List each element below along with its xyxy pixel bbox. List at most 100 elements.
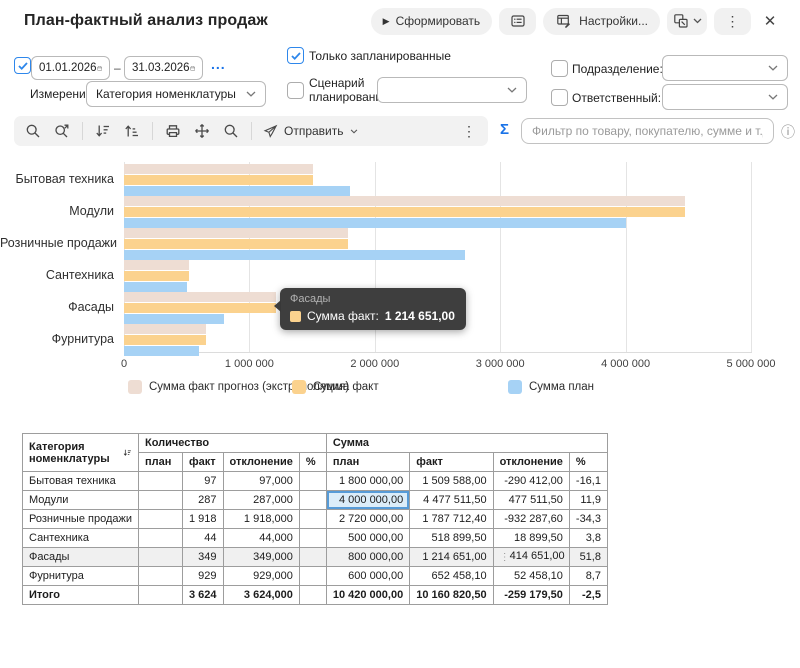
sum-totals-button[interactable]: Σ [500,121,509,138]
responsible-select[interactable] [662,84,788,110]
cell-7[interactable]: -16,1 [568,471,608,491]
col-header-0[interactable]: план [138,452,183,472]
period-checkbox[interactable] [14,57,31,74]
only-planned-label[interactable]: Только запланированные [309,49,451,63]
cell-5[interactable]: 518 899,50 [409,528,494,548]
bar-plan[interactable] [124,314,224,324]
cell-category[interactable]: Бытовая техника [22,471,139,491]
bar-forecast[interactable] [124,196,685,206]
search-button[interactable] [24,122,42,140]
cell-3[interactable] [298,585,327,605]
cell-0[interactable] [138,471,183,491]
quick-filter-input[interactable] [521,118,774,144]
bar-fact[interactable] [124,207,685,217]
cell-7[interactable]: 51,8 [568,547,608,567]
info-icon[interactable]: ⓘ [781,122,795,142]
print-button[interactable] [164,122,182,140]
cell-6[interactable]: 477 511,50 [492,490,570,510]
cell-0[interactable] [138,528,183,548]
cell-3[interactable] [298,528,327,548]
bar-fact[interactable] [124,175,313,185]
cell-3[interactable] [298,471,327,491]
bar-forecast[interactable] [124,292,276,302]
cell-6[interactable]: -932 287,60 [492,509,570,529]
col-header-3[interactable]: % [298,452,327,472]
bar-fact[interactable] [124,303,276,313]
cell-6[interactable]: ⋮ 414 651,00 [492,547,570,567]
cell-category[interactable]: Итого [22,585,139,605]
cell-2[interactable]: 3 624,000 [222,585,300,605]
cell-category[interactable]: Фурнитура [22,566,139,586]
cell-0[interactable] [138,490,183,510]
cell-2[interactable]: 44,000 [222,528,300,548]
bar-fact[interactable] [124,271,189,281]
col-group-quantity[interactable]: Количество [138,433,327,453]
move-button[interactable] [193,122,211,140]
cell-1[interactable]: 3 624 [182,585,224,605]
responsible-checkbox[interactable] [551,89,568,106]
cell-5[interactable]: 1 214 651,00 [409,547,494,567]
cell-5[interactable]: 4 477 511,50 [409,490,494,510]
close-button[interactable]: ✕ [758,8,782,35]
search-next-button[interactable] [53,122,71,140]
cell-4[interactable]: 600 000,00 [325,566,411,586]
cell-6[interactable]: 18 899,50 [492,528,570,548]
col-group-sum[interactable]: Сумма [325,433,608,453]
col-header-7[interactable]: % [568,452,608,472]
scenario-select[interactable] [377,77,527,103]
cell-5[interactable]: 10 160 820,50 [409,585,494,605]
responsible-label[interactable]: Ответственный: [572,91,661,105]
date-to-input[interactable]: 31.03.2026 [124,56,203,80]
cell-3[interactable] [298,509,327,529]
cell-1[interactable]: 97 [182,471,224,491]
bar-fact[interactable] [124,239,348,249]
cell-menu-icon[interactable]: ⋮ [500,550,510,565]
cell-3[interactable] [298,547,327,567]
bar-forecast[interactable] [124,324,206,334]
cell-0[interactable] [138,566,183,586]
bar-forecast[interactable] [124,164,313,174]
col-header-2[interactable]: отклонение [222,452,300,472]
toolbar-more-button[interactable]: ⋮ [462,123,478,140]
send-button[interactable]: Отправить [263,124,358,139]
calendar-icon[interactable] [189,62,195,75]
cell-6[interactable]: 52 458,10 [492,566,570,586]
settings-button[interactable]: Настройки... [543,7,660,35]
cell-4[interactable]: 800 000,00 [325,547,411,567]
cell-4[interactable]: 1 800 000,00 [325,471,411,491]
col-header-6[interactable]: отклонение [492,452,570,472]
cell-7[interactable]: 3,8 [568,528,608,548]
cell-7[interactable]: -34,3 [568,509,608,529]
cell-1[interactable]: 44 [182,528,224,548]
change-form-button[interactable] [667,7,707,35]
cell-6[interactable]: -259 179,50 [492,585,570,605]
cell-3[interactable] [298,566,327,586]
bar-plan[interactable] [124,218,626,228]
cell-1[interactable]: 1 918 [182,509,224,529]
cell-category[interactable]: Розничные продажи [22,509,139,529]
cell-4[interactable]: 4 000 000,00 [325,490,411,510]
cell-5[interactable]: 1 509 588,00 [409,471,494,491]
date-from-input[interactable]: 01.01.2026 [31,56,110,80]
cell-7[interactable]: -2,5 [568,585,608,605]
bar-fact[interactable] [124,335,206,345]
calendar-icon[interactable] [96,62,102,75]
cell-category[interactable]: Фасады [22,547,139,567]
cell-5[interactable]: 652 458,10 [409,566,494,586]
department-select[interactable] [662,55,788,81]
cell-7[interactable]: 11,9 [568,490,608,510]
col-header-1[interactable]: факт [182,452,224,472]
cell-2[interactable]: 287,000 [222,490,300,510]
generate-button[interactable]: ▶ Сформировать [370,7,493,35]
sort-icon[interactable] [123,446,132,460]
cell-3[interactable] [298,490,327,510]
cell-0[interactable] [138,547,183,567]
bar-plan[interactable] [124,282,187,292]
bar-forecast[interactable] [124,260,189,270]
period-more-button[interactable]: ... [211,56,226,72]
cell-category[interactable]: Сантехника [22,528,139,548]
cell-4[interactable]: 500 000,00 [325,528,411,548]
cell-category[interactable]: Модули [22,490,139,510]
cell-7[interactable]: 8,7 [568,566,608,586]
cell-2[interactable]: 97,000 [222,471,300,491]
